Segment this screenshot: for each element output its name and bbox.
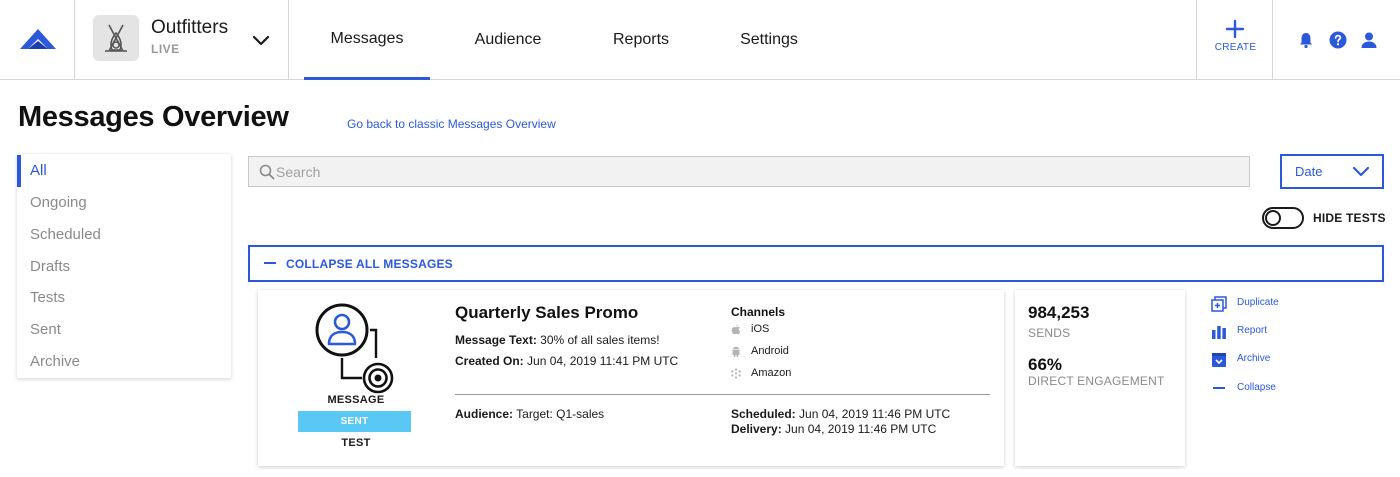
created-on-label: Created On: [455,354,524,368]
tab-settings[interactable]: Settings [712,0,826,79]
chevron-down-icon [1352,166,1370,177]
android-icon [732,346,740,357]
delivery-label: Delivery: [731,422,782,436]
plus-icon [1225,19,1245,39]
scheduled-label: Scheduled: [731,407,796,421]
created-on-row: Created On: Jun 04, 2019 11:41 PM UTC [455,354,678,368]
duplicate-icon [1211,296,1227,312]
sort-dropdown[interactable]: Date [1280,154,1384,189]
channels-title: Channels [731,305,786,319]
help-icon[interactable] [1329,31,1347,49]
chevron-down-icon[interactable] [251,30,271,50]
classic-overview-link[interactable]: Go back to classic Messages Overview [347,117,556,131]
brand-logo-icon [20,29,56,49]
filter-tests[interactable]: Tests [17,282,231,314]
tab-audience[interactable]: Audience [446,0,570,79]
archive-label: Archive [1237,353,1271,364]
delivery-value: Jun 04, 2019 11:46 PM UTC [785,422,937,436]
search-box [248,156,1250,187]
user-icon[interactable] [1360,31,1378,49]
audience-row: Audience: Target: Q1-sales [455,407,604,421]
audience-value: Target: Q1-sales [516,407,605,421]
filter-scheduled[interactable]: Scheduled [17,219,231,251]
apple-icon [731,324,741,335]
delivery-row: Delivery: Jun 04, 2019 11:46 PM UTC [731,422,936,436]
brand-logo-cell[interactable] [0,0,75,79]
page-title: Messages Overview [18,101,289,133]
engagement-value: 66% [1028,355,1063,374]
amazon-icon [731,368,741,379]
duplicate-label: Duplicate [1237,297,1279,308]
message-stats-card: 984,253 SENDS 66% DIRECT ENGAGEMENT [1015,290,1185,466]
collapse-all-button[interactable]: COLLAPSE ALL MESSAGES [248,245,1384,282]
message-text-label: Message Text: [455,333,537,347]
filter-drafts[interactable]: Drafts [17,251,231,283]
message-target-icon [315,303,394,394]
search-input[interactable] [276,157,1236,186]
app-switcher[interactable]: Outfitters LIVE [75,0,289,79]
hide-tests-label: HIDE TESTS [1313,211,1386,225]
channel-android-label: Android [751,345,789,357]
collapse-label: Collapse [1237,382,1276,393]
message-card[interactable]: MESSAGE SENT TEST Quarterly Sales Promo … [258,290,1004,466]
collapse-icon [1213,387,1225,389]
channel-ios-label: iOS [751,323,770,335]
filter-all[interactable]: All [17,155,231,187]
message-text-value: 30% of all sales items! [540,333,660,347]
tab-reports[interactable]: Reports [590,0,692,79]
hide-tests-toggle[interactable] [1262,207,1304,229]
top-navigation-bar: Outfitters LIVE Messages Audience Report… [0,0,1400,80]
scheduled-row: Scheduled: Jun 04, 2019 11:46 PM UTC [731,407,950,421]
collapse-all-label: COLLAPSE ALL MESSAGES [286,257,453,271]
filter-archive[interactable]: Archive [17,346,231,378]
sort-selected-value: Date [1295,164,1323,179]
status-badge: SENT [298,411,411,432]
tent-icon [105,24,127,52]
report-icon [1212,326,1226,339]
report-label: Report [1237,325,1268,336]
divider [455,394,990,395]
filter-sent[interactable]: Sent [17,314,231,346]
test-label: TEST [341,437,371,449]
created-on-value: Jun 04, 2019 11:41 PM UTC [527,354,679,368]
engagement-label: DIRECT ENGAGEMENT [1028,374,1165,388]
message-filter-list: All Ongoing Scheduled Drafts Tests Sent … [17,154,231,378]
create-button[interactable]: CREATE [1196,0,1273,79]
app-name: Outfitters [151,17,229,38]
app-environment-label: LIVE [151,42,180,56]
tab-messages[interactable]: Messages [304,0,430,80]
scheduled-value: Jun 04, 2019 11:46 PM UTC [799,407,951,421]
archive-icon [1212,353,1226,367]
sends-label: SENDS [1028,326,1071,340]
minus-icon [264,262,276,264]
bell-icon[interactable] [1297,31,1315,49]
create-label: CREATE [1214,42,1257,53]
filter-ongoing[interactable]: Ongoing [17,187,231,219]
audience-label: Audience: [455,407,514,421]
message-text-row: Message Text: 30% of all sales items! [455,333,660,347]
message-title[interactable]: Quarterly Sales Promo [455,303,638,323]
app-icon [93,15,139,61]
channel-amazon-label: Amazon [751,367,792,379]
sends-value: 984,253 [1028,303,1090,322]
toggle-knob [1265,210,1281,226]
message-type-label: MESSAGE [327,394,385,406]
search-icon [259,164,275,180]
